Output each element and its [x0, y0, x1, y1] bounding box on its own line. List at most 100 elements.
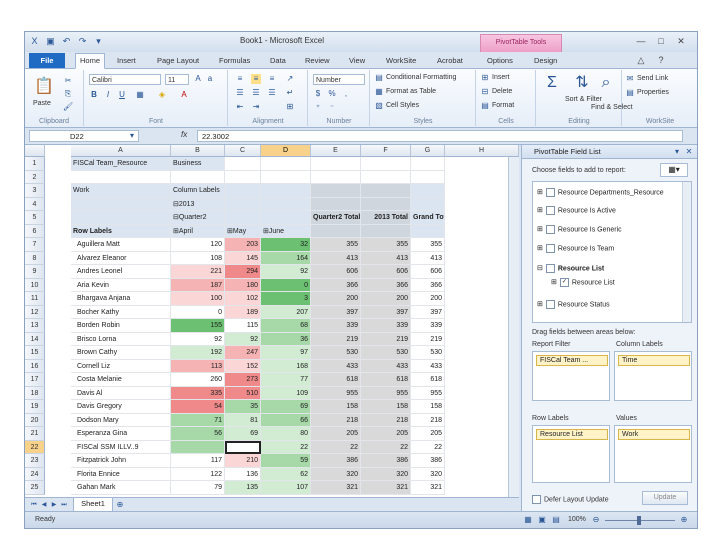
grid-cell[interactable]: 102 — [225, 292, 261, 306]
grid-cell[interactable] — [171, 170, 225, 184]
grid-cell[interactable]: 207 — [261, 305, 311, 319]
row-header[interactable]: 15 — [25, 346, 45, 360]
grid-cell[interactable]: Aguillera Matt — [71, 238, 171, 252]
align-bottom-icon[interactable]: ≡ — [267, 74, 277, 84]
grid-cell[interactable]: 200 — [361, 292, 411, 306]
column-labels-chip[interactable]: Time — [618, 355, 690, 366]
grid-cell[interactable]: 530 — [411, 346, 445, 360]
row-header[interactable]: 18 — [25, 386, 45, 400]
grid-cell[interactable] — [225, 184, 261, 198]
grid-cell[interactable]: 320 — [411, 467, 445, 481]
grid-cell[interactable]: 320 — [361, 467, 411, 481]
zoom-in-icon[interactable]: ⊕ — [679, 515, 689, 525]
grid-cell[interactable]: 618 — [361, 373, 411, 387]
grid-cell[interactable]: 433 — [311, 359, 361, 373]
format-painter-icon[interactable]: 🖌 — [63, 102, 73, 112]
grid-cell[interactable]: FISCal Team_Resource — [71, 157, 171, 171]
zoom-slider-thumb[interactable] — [637, 516, 641, 525]
grid-cell[interactable]: 71 — [171, 413, 225, 427]
minimize-ribbon-icon[interactable]: △ — [635, 55, 647, 66]
grid-cell[interactable]: 62 — [261, 467, 311, 481]
grid-cell[interactable] — [225, 197, 261, 211]
tab-review[interactable]: Review — [301, 54, 334, 68]
grid-cell[interactable]: 205 — [411, 427, 445, 441]
shrink-font-icon[interactable]: a — [205, 74, 215, 84]
grid-cell[interactable] — [261, 170, 311, 184]
grid-cell[interactable]: 152 — [225, 359, 261, 373]
find-select-icon[interactable]: ⌕ — [595, 72, 617, 94]
grid-cell[interactable] — [71, 170, 171, 184]
expand-icon[interactable]: ⊞ — [537, 301, 543, 308]
select-all-corner[interactable] — [25, 145, 45, 157]
grid-cell[interactable]: 168 — [261, 359, 311, 373]
column-header-e[interactable]: E — [311, 145, 361, 157]
number-format-select[interactable]: Number — [313, 74, 365, 85]
grid-cell[interactable]: 386 — [311, 454, 361, 468]
grid-cell[interactable]: 158 — [361, 400, 411, 414]
grid-cell[interactable]: Cornell Liz — [71, 359, 171, 373]
decrease-indent-icon[interactable]: ⇤ — [235, 102, 245, 112]
grid-cell[interactable]: 413 — [311, 251, 361, 265]
grid-cell[interactable]: ⊟2013 — [171, 197, 225, 211]
vertical-scrollbar[interactable] — [508, 157, 519, 497]
grid-cell[interactable]: 200 — [311, 292, 361, 306]
expand-icon[interactable]: ⊞ — [537, 226, 543, 233]
grid-cell[interactable]: 136 — [225, 467, 261, 481]
grid-cell[interactable]: 97 — [261, 346, 311, 360]
row-header[interactable]: 12 — [25, 305, 45, 319]
insert-cells-button[interactable]: Insert — [492, 74, 510, 81]
row-header[interactable]: 23 — [25, 454, 45, 468]
grid-cell[interactable]: 955 — [361, 386, 411, 400]
grid-cell[interactable] — [411, 224, 445, 238]
grid-cell[interactable]: 113 — [171, 359, 225, 373]
row-header[interactable]: 5 — [25, 211, 45, 225]
row-header[interactable]: 3 — [25, 184, 45, 198]
panel-close-icon[interactable]: ✕ — [684, 147, 694, 157]
next-sheet-icon[interactable]: ▶ — [49, 500, 59, 510]
tab-acrobat[interactable]: Acrobat — [433, 54, 467, 68]
field-item[interactable]: ⊞ Resource Status — [537, 300, 610, 309]
grid-cell[interactable] — [311, 184, 361, 198]
grid-cell[interactable]: 135 — [225, 481, 261, 495]
grid-cell[interactable] — [411, 170, 445, 184]
grid-cell[interactable] — [361, 184, 411, 198]
column-header-c[interactable]: C — [225, 145, 261, 157]
grid-cell[interactable]: 180 — [225, 278, 261, 292]
row-header[interactable]: 14 — [25, 332, 45, 346]
conditional-formatting-button[interactable]: Conditional Formatting — [386, 74, 456, 81]
grid-cell[interactable]: 158 — [411, 400, 445, 414]
delete-cells-button[interactable]: Delete — [492, 88, 512, 95]
grid-cell[interactable] — [311, 224, 361, 238]
grid-cell[interactable]: 77 — [261, 373, 311, 387]
grid-cell[interactable]: 433 — [411, 359, 445, 373]
grid-cell[interactable]: 35 — [225, 400, 261, 414]
checkbox-icon[interactable] — [545, 225, 555, 234]
row-header[interactable]: 4 — [25, 197, 45, 211]
help-icon[interactable]: ? — [655, 55, 667, 66]
grid-cell[interactable]: 294 — [225, 265, 261, 279]
grid-cell[interactable]: 203 — [225, 238, 261, 252]
bold-icon[interactable]: B — [89, 90, 99, 100]
row-header[interactable]: 22 — [25, 440, 45, 454]
worksheet-grid[interactable]: A B C D E F G H 1 FISCal Team_Resource Business 2 3 W… — [25, 145, 519, 497]
maximize-icon[interactable]: □ — [655, 36, 667, 47]
grid-cell[interactable]: 81 — [225, 413, 261, 427]
grid-cell[interactable]: 22 — [261, 440, 311, 454]
grid-cell[interactable]: 219 — [361, 332, 411, 346]
grid-cell[interactable]: 109 — [261, 386, 311, 400]
grid-cell[interactable]: 606 — [361, 265, 411, 279]
paste-icon[interactable]: 📋 — [33, 76, 55, 98]
grid-cell[interactable]: 366 — [311, 278, 361, 292]
row-header[interactable]: 16 — [25, 359, 45, 373]
grid-cell[interactable] — [311, 170, 361, 184]
row-labels-chip[interactable]: Resource List — [536, 429, 608, 440]
normal-view-icon[interactable]: ▦ — [523, 515, 533, 525]
checkbox-icon[interactable] — [545, 188, 555, 197]
percent-icon[interactable]: % — [327, 89, 337, 99]
page-break-view-icon[interactable]: ▤ — [551, 515, 561, 525]
grid-cell[interactable]: Davis Al — [71, 386, 171, 400]
grid-cell[interactable]: 59 — [261, 454, 311, 468]
grid-cell[interactable]: 339 — [411, 319, 445, 333]
properties-button[interactable]: Properties — [637, 89, 669, 96]
tab-formulas[interactable]: Formulas — [215, 54, 254, 68]
